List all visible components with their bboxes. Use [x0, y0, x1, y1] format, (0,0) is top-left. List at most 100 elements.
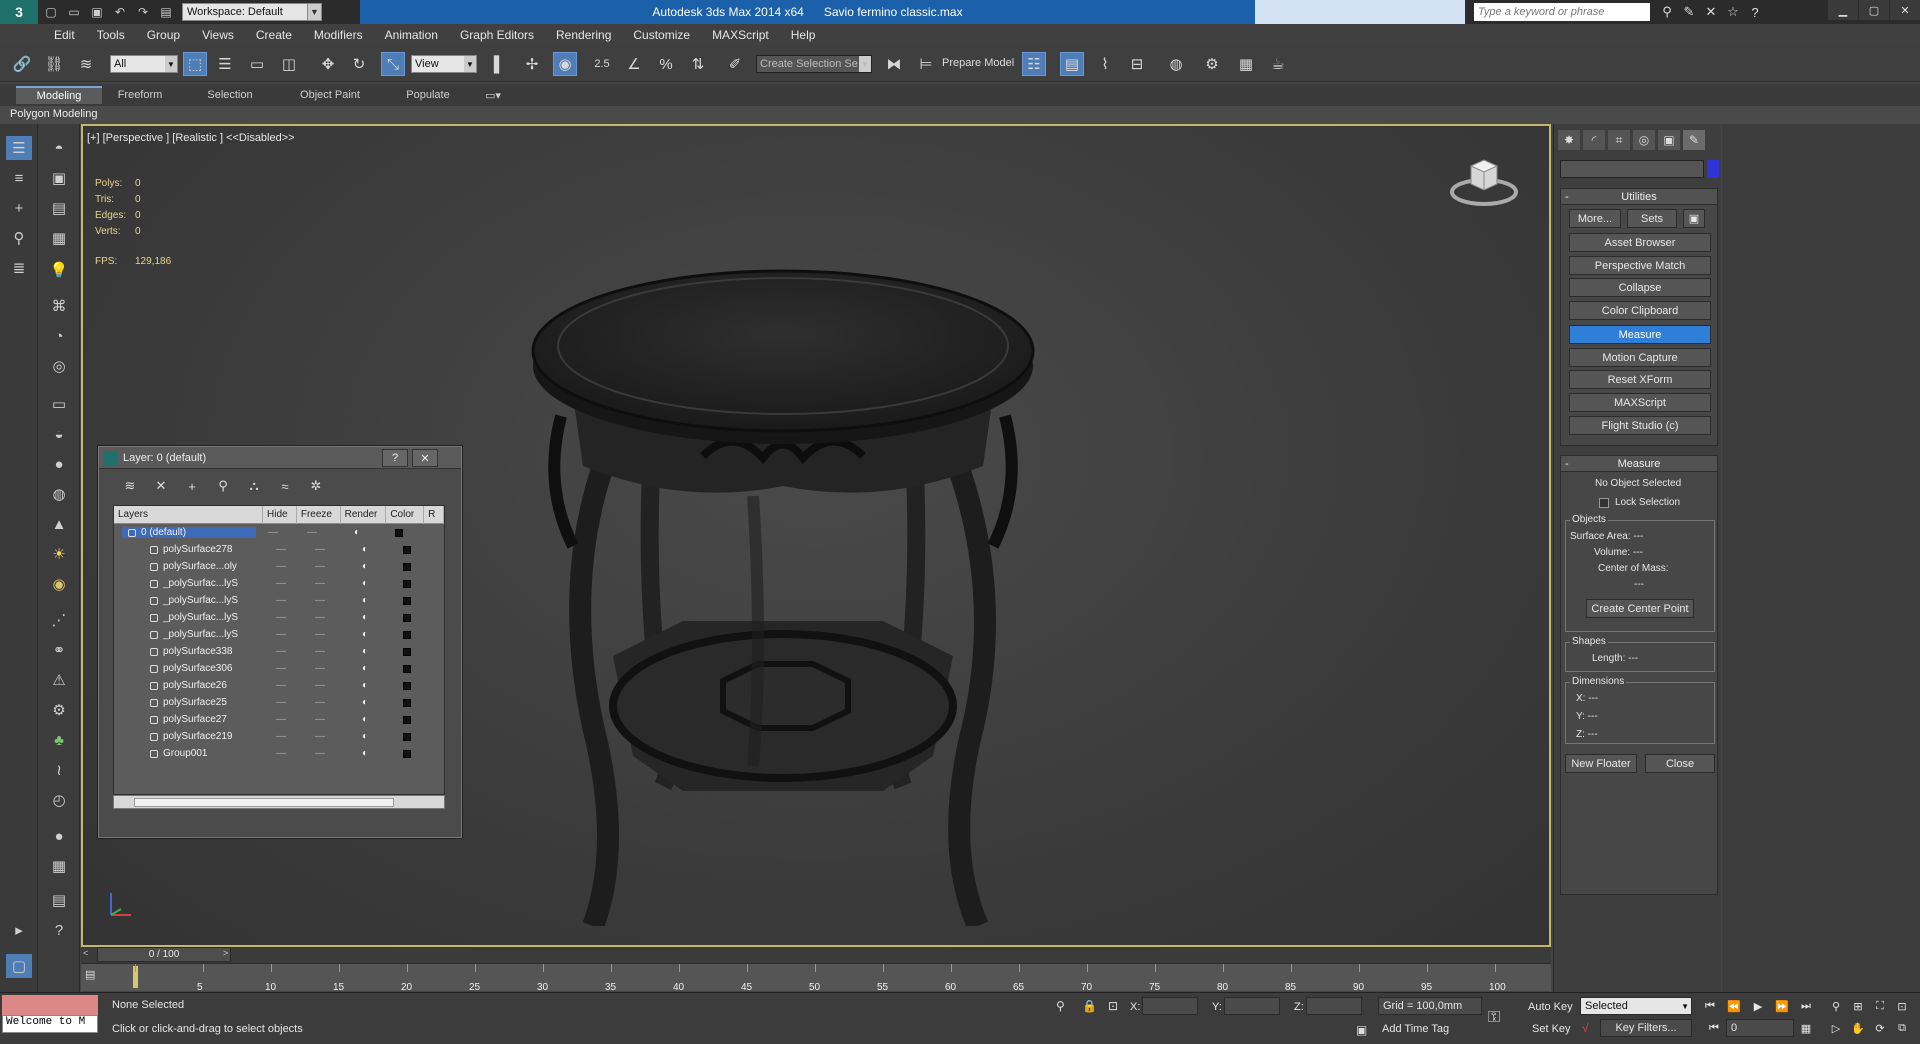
hide-toggle[interactable]: — [264, 629, 298, 640]
sky-icon[interactable]: ◉ [46, 572, 72, 596]
undo-icon[interactable]: ↶ [110, 3, 130, 21]
render-toggle-icon[interactable]: ◐ [342, 646, 388, 657]
open-file-icon[interactable]: ▭ [64, 3, 84, 21]
layer-row[interactable]: 0 (default) — — ◐ [114, 524, 444, 541]
layer-name-cell[interactable]: polySurface338 [114, 646, 264, 657]
help-icon[interactable]: ? [1744, 2, 1766, 22]
filter-icon[interactable]: ⚲ [6, 226, 32, 250]
maximize-viewport-icon[interactable]: ⧉ [1892, 1019, 1912, 1037]
edit-named-selection-icon[interactable]: ✐ [723, 52, 747, 76]
freeze-toggle[interactable]: — [298, 629, 342, 640]
biped-icon[interactable]: ⚠ [46, 668, 72, 692]
layer-name-cell[interactable]: polySurface...oly [114, 561, 264, 572]
help-button[interactable]: ? [382, 449, 408, 467]
link-icon[interactable]: 🔗 [10, 52, 34, 76]
hide-toggle[interactable]: — [264, 561, 298, 572]
render-toggle-icon[interactable]: ◐ [342, 629, 388, 640]
render-toggle-icon[interactable]: ◐ [342, 578, 388, 589]
hemisphere-icon[interactable]: ◒ [46, 422, 72, 446]
rendered-frame-window-icon[interactable]: ▦ [1234, 52, 1258, 76]
scrollbar-thumb[interactable] [134, 798, 394, 807]
subscription-icon[interactable]: ✎ [1678, 2, 1700, 22]
layer-name-cell[interactable]: _polySurfac...lyS [114, 612, 264, 623]
bone-icon[interactable]: ⚭ [46, 638, 72, 662]
layer-name-cell[interactable]: polySurface26 [114, 680, 264, 691]
viewcube-icon[interactable] [1449, 152, 1519, 208]
col-render[interactable]: Render [341, 506, 387, 524]
table-model[interactable] [503, 166, 1063, 926]
utilities-tab-icon[interactable]: ✎ [1683, 130, 1705, 150]
cone-icon[interactable]: ▲ [46, 512, 72, 536]
y-coordinate-field[interactable] [1224, 997, 1280, 1015]
modify-tab-icon[interactable]: ◜ [1583, 130, 1605, 150]
freeze-toggle[interactable]: — [298, 578, 342, 589]
render-toggle-icon[interactable]: ◐ [342, 731, 388, 742]
layer-name-cell[interactable]: Group001 [114, 748, 264, 759]
save-icon[interactable]: ▣ [87, 3, 107, 21]
freeze-toggle[interactable]: — [298, 595, 342, 606]
bind-space-warp-icon[interactable]: ≋ [74, 52, 98, 76]
unlink-icon[interactable]: ⛓ [42, 52, 66, 76]
minimize-icon[interactable]: ▁ [1828, 0, 1858, 20]
layer-row[interactable]: polySurface338— — ◐ [114, 643, 444, 660]
hide-unhide-all-icon[interactable]: ✲ [303, 477, 329, 495]
configure-sets-icon[interactable]: ▣ [1683, 209, 1705, 228]
keyboard-shortcut-override-icon[interactable]: ◉ [553, 52, 577, 76]
key-mode-toggle-icon[interactable]: ⏮ [1704, 1019, 1724, 1037]
color-clipboard-button[interactable]: Color Clipboard [1569, 301, 1711, 320]
menu-customize[interactable]: Customize [633, 28, 690, 42]
freeze-toggle[interactable]: — [298, 748, 342, 759]
render-production-icon[interactable]: ☕ [1266, 52, 1290, 76]
maxscript-button[interactable]: MAXScript [1569, 393, 1711, 412]
menu-maxscript[interactable]: MAXScript [712, 28, 769, 42]
layers-icon[interactable]: ≋ [117, 477, 143, 495]
hide-toggle[interactable]: — [264, 544, 298, 555]
zoom-extents-all-icon[interactable]: ⊡ [1892, 997, 1912, 1015]
layer-list-icon[interactable]: ≣ [6, 256, 32, 280]
workspace-dropdown[interactable]: Workspace: Default ▼ [182, 3, 322, 21]
render-toggle-icon[interactable]: ◐ [342, 697, 388, 708]
horizontal-scrollbar[interactable] [113, 795, 445, 809]
viewport-icon[interactable]: ◓ [46, 136, 72, 160]
render-toggle-icon[interactable]: ◐ [342, 561, 388, 572]
color-swatch-cell[interactable] [388, 732, 426, 741]
redo-icon[interactable]: ↷ [133, 3, 153, 21]
set-key-filter-icon[interactable]: √ [1582, 1021, 1589, 1035]
time-tag-icon[interactable]: ▣ [1356, 1023, 1367, 1037]
freeze-toggle[interactable]: — [298, 612, 342, 623]
percent-snap-icon[interactable]: % [654, 52, 678, 76]
rectangular-selection-icon[interactable]: ▭ [245, 52, 269, 76]
create-tab-icon[interactable]: ✸ [1558, 130, 1580, 150]
app-logo-icon[interactable]: 3 [0, 0, 38, 24]
freeze-toggle[interactable]: — [298, 646, 342, 657]
color-swatch-cell[interactable] [380, 528, 418, 537]
tab-modeling[interactable]: Modeling [16, 86, 102, 104]
menu-create[interactable]: Create [256, 28, 292, 42]
hide-toggle[interactable]: — [264, 612, 298, 623]
flight-studio-button[interactable]: Flight Studio (c) [1569, 416, 1711, 435]
x-coordinate-field[interactable] [1142, 997, 1198, 1015]
render-icon[interactable]: ▤ [46, 888, 72, 912]
go-to-start-icon[interactable]: ⏮ [1700, 997, 1720, 1015]
frame-display[interactable]: 0 / 100 [97, 947, 231, 962]
sphere-icon[interactable]: ● [46, 452, 72, 476]
col-r[interactable]: R [424, 506, 444, 524]
key-mode-dropdown[interactable]: Selected ▼ [1580, 997, 1692, 1015]
field-of-view-icon[interactable]: ▷ [1826, 1019, 1846, 1037]
maxscript-listener-input[interactable]: Welcome to M [2, 1015, 98, 1033]
color-swatch-cell[interactable] [388, 630, 426, 639]
expand-icon[interactable]: ▸ [6, 918, 32, 942]
render-setup-icon[interactable]: ⚙ [1200, 52, 1224, 76]
freeze-toggle[interactable]: — [298, 680, 342, 691]
help-icon[interactable]: ? [46, 918, 72, 942]
favorites-icon[interactable]: ☆ [1722, 2, 1744, 22]
ribbon-options-icon[interactable]: ▭▾ [478, 86, 508, 104]
viewport-label[interactable]: [+] [Perspective ] [Realistic ] <<Disabl… [87, 132, 295, 144]
set-current-icon[interactable]: ≈ [272, 477, 298, 495]
hide-toggle[interactable]: — [264, 697, 298, 708]
spinner-snap-icon[interactable]: ⇅ [686, 52, 710, 76]
select-icon[interactable]: ☰ [6, 136, 32, 160]
delete-icon[interactable]: ✕ [148, 477, 174, 495]
measure-button[interactable]: Measure [1569, 325, 1711, 344]
object-color-swatch[interactable] [1707, 160, 1719, 178]
